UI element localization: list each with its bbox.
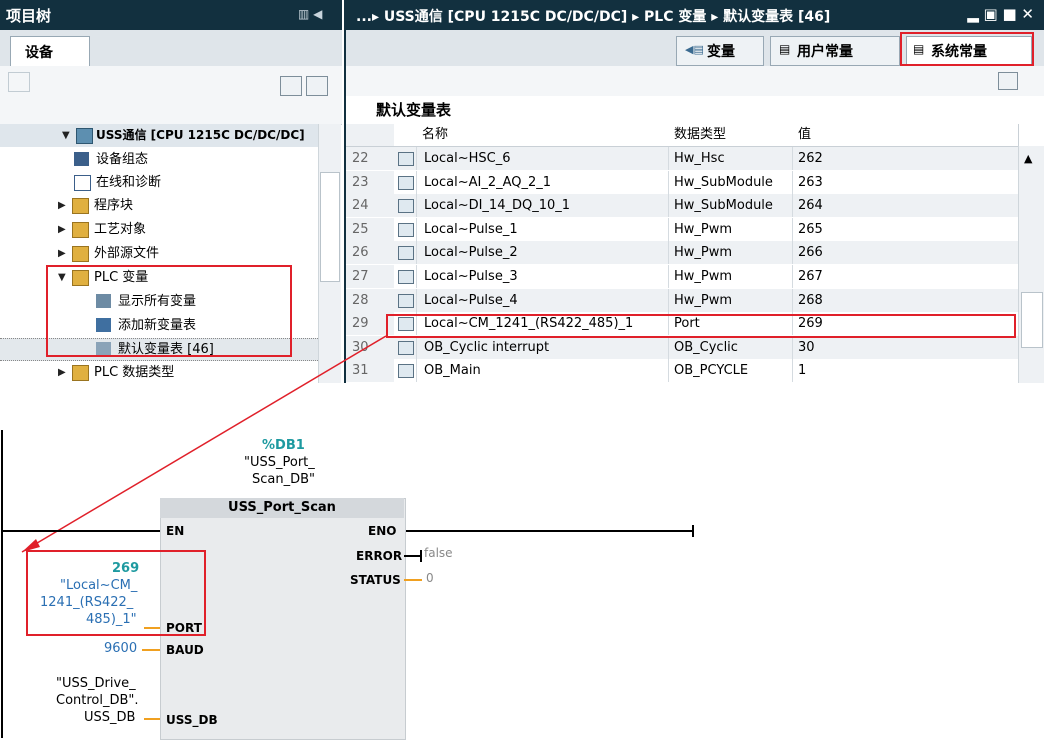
rung-end [692, 525, 694, 537]
db-name-line1: "USS_Port_ [244, 455, 315, 470]
error-wire-end [420, 550, 422, 562]
pin-error: ERROR [356, 549, 403, 563]
ussdb-wire [144, 718, 160, 720]
baud-wire [142, 649, 160, 651]
error-value: false [424, 546, 453, 560]
ussdb-line1: "USS_Drive_ [56, 676, 136, 691]
power-rail [1, 430, 3, 738]
highlight-port-input [26, 550, 206, 636]
baud-value: 9600 [104, 641, 138, 656]
pin-en: EN [166, 524, 185, 538]
rung-wire-right [404, 530, 694, 532]
status-value: 0 [426, 571, 434, 585]
pin-uss-db: USS_DB [166, 713, 218, 727]
ussdb-line3: USS_DB [84, 710, 136, 725]
pin-eno: ENO [368, 524, 397, 538]
ussdb-line2: Control_DB". [56, 693, 139, 708]
pin-status: STATUS [350, 573, 401, 587]
status-wire [404, 579, 422, 581]
db-address: %DB1 [262, 438, 305, 453]
rung-wire-left [3, 530, 160, 532]
db-name-line2: Scan_DB" [252, 472, 316, 487]
function-block-title: USS_Port_Scan [160, 498, 404, 518]
pin-baud: BAUD [166, 643, 204, 657]
